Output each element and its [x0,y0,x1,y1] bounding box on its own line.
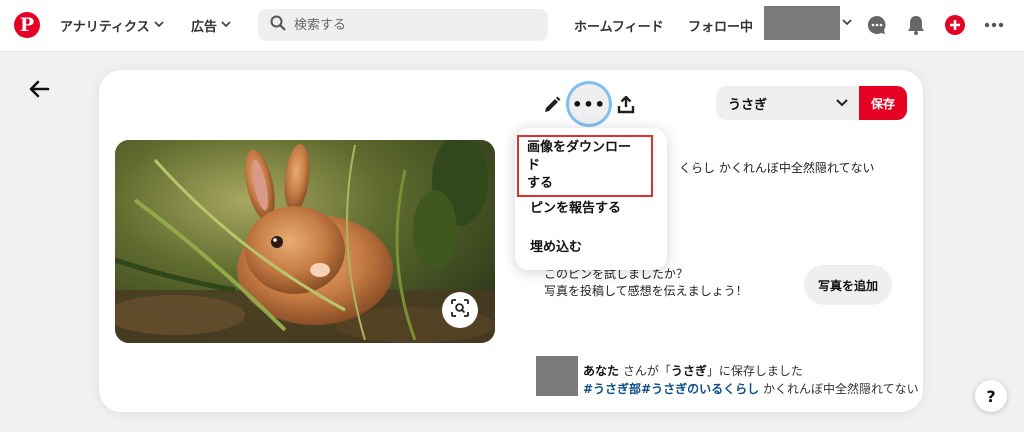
tried-section: このピンを試しましたか？ 写真を投稿して感想を伝えましょう！ [544,266,748,300]
nav-home-feed[interactable]: ホームフィード [574,16,664,35]
back-arrow-icon[interactable] [28,78,52,102]
saved-activity-line: あなた さんが「うさぎ」に保存しました [583,362,803,379]
pin-description: くらし かくれんぼ中全然隠れてない [679,161,875,175]
profile-avatar[interactable] [764,6,840,40]
search-icon [270,15,286,35]
chevron-down-icon [153,20,164,31]
board-select-value: うさぎ [728,97,768,113]
nav-following-label: フォロー中 [688,20,754,35]
saved-text-mid: さんが「 [622,364,671,378]
help-question-icon: ? [986,386,996,406]
saved-tags-line: #うさぎ部#うさぎのいるくらし かくれんぼ中全然隠れてない [583,380,919,397]
nav-following[interactable]: フォロー中 [688,16,753,35]
pin-image[interactable] [115,140,495,343]
hashtag-link[interactable]: #うさぎのいるくらし [641,382,759,396]
menu-item-download-image[interactable]: 画像をダウンロード する [517,135,653,197]
search-input[interactable] [294,17,514,33]
menu-item-download-line2: する [527,176,554,191]
lens-icon [450,298,470,322]
nav-analytics[interactable]: アナリティクス [60,16,164,35]
visual-search-button[interactable] [442,292,478,328]
hashtag-link[interactable]: #うさぎ部 [583,382,641,396]
account-chevron-down-icon[interactable] [842,18,852,29]
edit-pencil-icon[interactable] [535,88,569,122]
chevron-down-icon [221,20,231,31]
more-actions-button[interactable]: ••• [569,84,609,124]
menu-item-download-line1: 画像をダウンロード [527,140,632,173]
rabbit-photo [115,140,495,343]
pin-card: ••• うさぎ 保存 くらし かくれんぼ中全然隠れてない このピンを試しましたか… [99,70,923,412]
add-photo-button[interactable]: 写真を追加 [804,265,892,305]
nav-home-feed-label: ホームフィード [574,20,664,35]
more-actions-menu: 画像をダウンロード する ピンを報告する 埋め込む [515,128,667,270]
saved-user-name[interactable]: あなた [583,364,619,378]
saved-board-link[interactable]: うさぎ [671,364,707,378]
board-select-dropdown[interactable]: うさぎ [716,86,860,120]
menu-item-embed[interactable]: 埋め込む [530,239,582,257]
messages-icon[interactable] [866,14,888,36]
chevron-down-icon [836,96,848,111]
pinterest-logo-icon[interactable]: P [14,12,40,38]
create-plus-icon[interactable] [944,14,966,36]
tried-prompt: 写真を投稿して感想を伝えましょう！ [544,284,748,298]
saved-description: かくれんぼ中全然隠れてない [762,382,919,396]
nav-ads-label: 広告 [191,20,218,35]
save-button[interactable]: 保存 [859,86,907,120]
share-upload-icon[interactable] [609,88,643,122]
help-button[interactable]: ? [975,380,1007,412]
nav-ads[interactable]: 広告 [191,16,231,35]
more-options-icon[interactable] [983,14,1005,36]
top-nav-bar: P アナリティクス 広告 ホームフィード フォロー中 [0,0,1024,52]
saved-user-avatar[interactable] [536,356,578,396]
bell-icon[interactable] [905,14,927,36]
nav-analytics-label: アナリティクス [60,20,150,35]
saved-text-end: 」に保存しました [706,364,803,378]
search-bar[interactable] [258,9,548,41]
ellipsis-icon: ••• [572,94,606,114]
menu-item-report-pin[interactable]: ピンを報告する [530,200,621,218]
